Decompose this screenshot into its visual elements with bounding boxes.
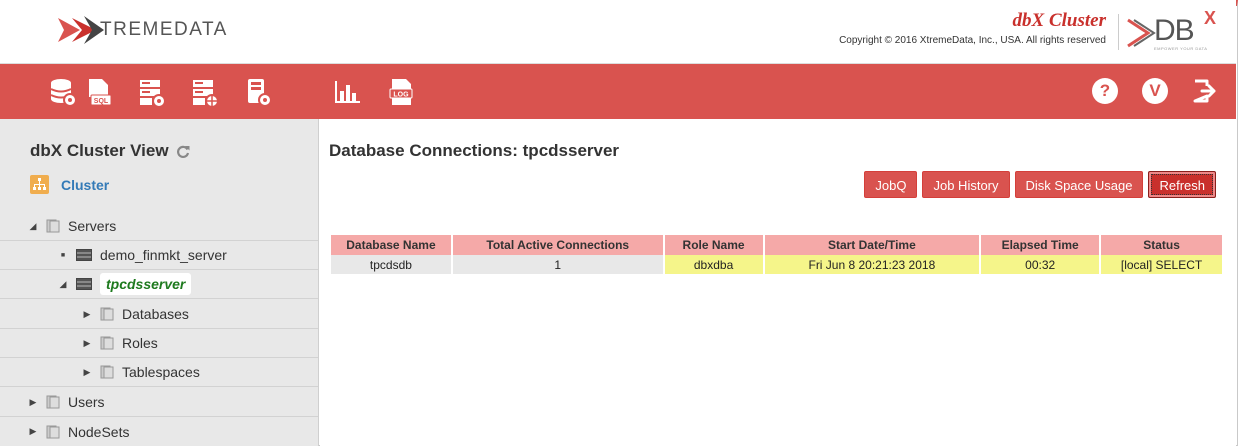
help-icon[interactable]: ? (1092, 78, 1118, 104)
cluster-row[interactable]: Cluster (30, 175, 109, 194)
server-gear-icon[interactable] (190, 77, 220, 107)
svg-text:SQL: SQL (94, 98, 109, 105)
folder-icon (46, 425, 60, 439)
connections-table: Database Name Total Active Connections R… (331, 235, 1224, 274)
leaf-dot-icon: ■ (60, 251, 66, 259)
dbx-logo-superscript: X (1204, 8, 1217, 28)
tree-label-tpcdsserver: tpcdsserver (100, 273, 192, 295)
tree-label-roles: Roles (122, 335, 158, 351)
tree-item-demo-server[interactable]: ■ demo_finmkt_server (0, 241, 318, 270)
column-header[interactable]: Total Active Connections (451, 235, 665, 255)
disk-space-usage-button[interactable]: Disk Space Usage (1014, 171, 1144, 198)
tree-item-servers[interactable]: ◢ Servers (0, 212, 318, 241)
tree-label-demo-server: demo_finmkt_server (100, 247, 227, 263)
column-header[interactable]: Status (1100, 235, 1224, 255)
folder-icon (46, 395, 60, 409)
main-content: Database Connections: tpcdsserver JobQ J… (320, 119, 1236, 446)
tree-label-databases: Databases (122, 306, 189, 322)
collapsed-triangle-icon[interactable]: ▶ (28, 397, 38, 408)
main-toolbar: SQL LOG ? V (0, 64, 1236, 119)
dbx-brand-logo: DB X EMPOWER YOUR DATA (1126, 8, 1218, 54)
server-icon (76, 249, 92, 261)
cell-database-name: tpcdsdb (331, 255, 453, 274)
server-settings-icon[interactable] (137, 77, 167, 107)
app-header: TREMEDATA dbX Cluster Copyright © 2016 X… (0, 0, 1236, 64)
version-icon[interactable]: V (1142, 78, 1168, 104)
refresh-button[interactable]: Refresh (1148, 171, 1216, 198)
bar-chart-icon[interactable] (332, 77, 362, 107)
action-buttons: JobQ Job History Disk Space Usage Refres… (864, 171, 1216, 198)
table-header-row: Database Name Total Active Connections R… (331, 235, 1224, 255)
column-header[interactable]: Role Name (663, 235, 765, 255)
table-row[interactable]: tpcdsdb 1 dbxdba Fri Jun 8 20:21:23 2018… (331, 255, 1224, 274)
sidebar-title-text: dbX Cluster View (30, 141, 169, 160)
column-header[interactable]: Start Date/Time (763, 235, 982, 255)
tree-item-nodesets[interactable]: ▶ NodeSets (0, 417, 318, 446)
tree-label-nodesets: NodeSets (68, 423, 130, 440)
cell-elapsed-time: 00:32 (980, 255, 1102, 274)
page-title: Database Connections: tpcdsserver (329, 141, 620, 160)
cell-start-datetime: Fri Jun 8 20:21:23 2018 (763, 255, 982, 274)
product-info: dbX Cluster Copyright © 2016 XtremeData,… (839, 10, 1106, 46)
folder-icon (46, 219, 60, 233)
folder-icon (100, 336, 114, 350)
sql-file-icon[interactable]: SQL (84, 77, 114, 107)
tree-item-tpcdsserver[interactable]: ◢ tpcdsserver (0, 270, 318, 299)
collapsed-triangle-icon[interactable]: ▶ (82, 309, 92, 320)
collapsed-triangle-icon[interactable]: ▶ (28, 426, 38, 437)
cell-status: [local] SELECT (1100, 255, 1224, 274)
collapsed-triangle-icon[interactable]: ▶ (82, 338, 92, 349)
tree-item-roles[interactable]: ▶ Roles (0, 329, 318, 358)
collapsed-triangle-icon[interactable]: ▶ (82, 367, 92, 378)
xtremedata-logo: TREMEDATA (58, 14, 228, 46)
svg-text:LOG: LOG (393, 92, 409, 99)
header-divider (1118, 14, 1119, 50)
tree-label-users: Users (68, 394, 105, 410)
log-icon[interactable]: LOG (386, 77, 416, 107)
database-settings-icon[interactable] (48, 77, 78, 107)
sidebar: dbX Cluster View Cluster ◢ Servers ■ dem… (0, 119, 319, 446)
logout-icon[interactable] (1192, 78, 1218, 104)
expanded-triangle-icon[interactable]: ◢ (58, 279, 68, 290)
refresh-icon[interactable] (176, 144, 190, 158)
tree-label-servers: Servers (68, 218, 117, 234)
tree-item-tablespaces[interactable]: ▶ Tablespaces (0, 358, 318, 387)
folder-icon (100, 365, 114, 379)
expanded-triangle-icon[interactable]: ◢ (28, 221, 38, 232)
column-header[interactable]: Elapsed Time (980, 235, 1102, 255)
job-history-button[interactable]: Job History (922, 171, 1010, 198)
tree-item-users[interactable]: ▶ Users (0, 388, 318, 417)
sidebar-title: dbX Cluster View (30, 141, 190, 161)
tree-item-databases[interactable]: ▶ Databases (0, 300, 318, 329)
dbx-logo-main: DB (1154, 14, 1195, 47)
cluster-hierarchy-icon (30, 175, 49, 194)
product-name: dbX Cluster (1012, 10, 1106, 31)
cell-role-name: dbxdba (663, 255, 765, 274)
toolbar-right-group: ? V (1092, 78, 1218, 104)
copyright-text: Copyright © 2016 XtremeData, Inc., USA. … (839, 35, 1106, 46)
server-icon (76, 278, 92, 290)
device-settings-icon[interactable] (244, 77, 274, 107)
dbx-logo-tagline: EMPOWER YOUR DATA (1154, 46, 1208, 51)
xtremedata-x-mark-icon (58, 14, 118, 46)
jobq-button[interactable]: JobQ (864, 171, 918, 198)
cluster-label[interactable]: Cluster (61, 177, 109, 193)
logo-text: TREMEDATA (100, 19, 228, 40)
column-header[interactable]: Database Name (331, 235, 453, 255)
folder-icon (100, 307, 114, 321)
tree-label-tablespaces: Tablespaces (122, 364, 200, 380)
cell-active-connections: 1 (451, 255, 665, 274)
